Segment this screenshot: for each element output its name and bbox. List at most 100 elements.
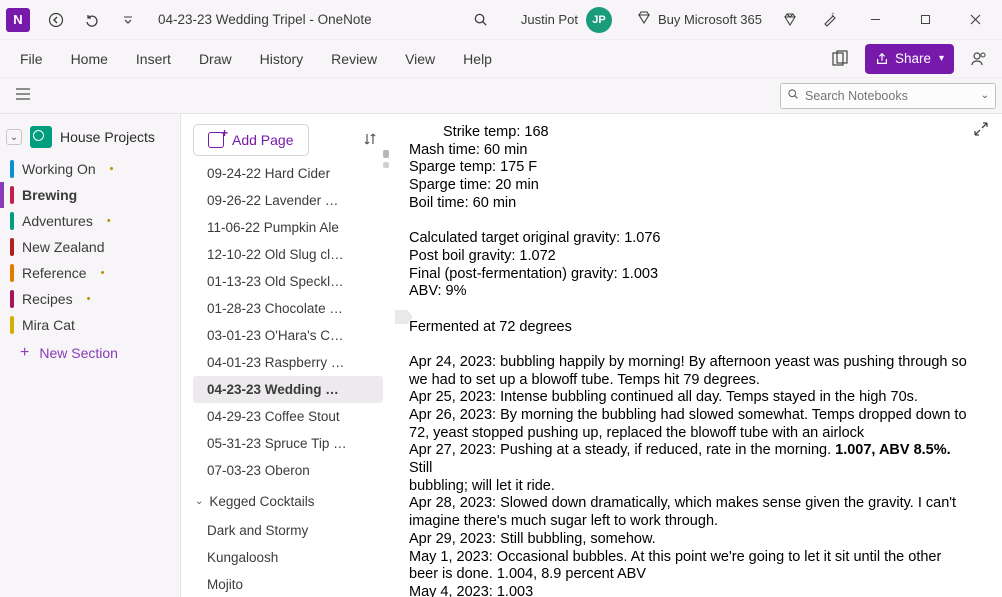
page-item[interactable]: 04-29-23 Coffee Stout	[193, 403, 383, 430]
note-line: Apr 24, 2023: bubbling happily by mornin…	[409, 354, 976, 372]
note-line: Apr 25, 2023: Intense bubbling continued…	[409, 389, 976, 407]
note-line: 72, yeast stopped pushing up, replaced t…	[409, 425, 976, 443]
page-item[interactable]: 04-23-23 Wedding …	[193, 376, 383, 403]
sidebar-section-reference[interactable]: Reference •	[0, 260, 180, 286]
scrollbar-track	[383, 162, 389, 168]
note-line: May 1, 2023: Occasional bubbles. At this…	[409, 549, 976, 567]
add-page-label: Add Page	[232, 132, 294, 148]
menu-history[interactable]: History	[246, 45, 318, 73]
maximize-icon[interactable]	[904, 4, 946, 36]
sort-pages-icon[interactable]	[357, 126, 383, 155]
chevron-down-icon[interactable]: ⌄	[981, 90, 989, 101]
page-group-kegged[interactable]: ⌄ Kegged Cocktails	[193, 488, 383, 515]
sidebar-section-new-zealand[interactable]: New Zealand	[0, 234, 180, 260]
page-item[interactable]: 11-06-22 Pumpkin Ale	[193, 214, 383, 241]
note-line: ABV: 9%	[409, 283, 976, 301]
close-icon[interactable]	[954, 4, 996, 36]
chevron-down-icon: ⌄	[195, 496, 203, 507]
menu-review[interactable]: Review	[317, 45, 391, 73]
page-item[interactable]: 01-13-23 Old Speckl…	[193, 268, 383, 295]
sidebar-section-brewing[interactable]: Brewing	[0, 182, 180, 208]
note-line: May 4, 2023: 1.003	[409, 584, 976, 597]
page-item[interactable]: Kungaloosh	[193, 544, 383, 571]
note-line: we had to set up a blowoff tube. Temps h…	[409, 372, 976, 390]
note-line: Apr 27, 2023: Pushing at a steady, if re…	[409, 442, 976, 477]
sidebar-section-recipes[interactable]: Recipes•	[0, 286, 180, 312]
unsaved-dot-icon: •	[87, 293, 91, 305]
people-icon[interactable]	[962, 42, 996, 76]
page-item[interactable]: 03-01-23 O'Hara's C…	[193, 322, 383, 349]
scrollbar-thumb[interactable]	[383, 150, 389, 158]
menu-view[interactable]: View	[391, 45, 449, 73]
section-color-tab	[10, 186, 14, 204]
sidebar-section-working-on[interactable]: Working On •	[0, 156, 180, 182]
back-icon[interactable]	[40, 4, 72, 36]
premium-diamond-icon[interactable]	[774, 4, 806, 36]
search-input[interactable]	[805, 89, 975, 103]
note-line: Apr 28, 2023: Slowed down dramatically, …	[409, 495, 976, 513]
page-item[interactable]: 07-03-23 Oberon	[193, 457, 383, 484]
note-line: Apr 29, 2023: Still bubbling, somehow.	[409, 531, 976, 549]
titlebar-center: Justin Pot JP Buy Microsoft 365	[372, 4, 774, 36]
section-label: Mira Cat	[22, 317, 75, 333]
draw-eraser-icon[interactable]	[814, 4, 846, 36]
document-title: 04-23-23 Wedding Tripel - OneNote	[158, 12, 372, 27]
notebook-icon	[30, 126, 52, 148]
page-item[interactable]: Mojito	[193, 571, 383, 597]
pages-sidebar: Add Page 09-24-22 Hard Cider09-26-22 Lav…	[181, 114, 391, 597]
new-section-button[interactable]: + New Section	[0, 338, 180, 368]
page-item[interactable]: 05-31-23 Spruce Tip …	[193, 430, 383, 457]
share-icon	[875, 52, 889, 66]
menu-home[interactable]: Home	[57, 45, 122, 73]
sidebar-section-mira-cat[interactable]: Mira Cat	[0, 312, 180, 338]
menu-draw[interactable]: Draw	[185, 45, 246, 73]
section-color-tab	[10, 238, 14, 256]
expand-icon[interactable]	[974, 122, 988, 140]
user-account[interactable]: Justin Pot JP	[521, 7, 612, 33]
sidebar-section-adventures[interactable]: Adventures•	[0, 208, 180, 234]
unsaved-dot-icon: •	[110, 163, 114, 175]
user-name: Justin Pot	[521, 12, 578, 27]
menu-file[interactable]: File	[6, 45, 57, 73]
unsaved-dot-icon: •	[101, 267, 105, 279]
note-line: beer is done. 1.004, 8.9 percent ABV	[409, 566, 976, 584]
menu-insert[interactable]: Insert	[122, 45, 185, 73]
section-color-tab	[10, 212, 14, 230]
diamond-icon	[636, 10, 652, 29]
page-item[interactable]: 01-28-23 Chocolate …	[193, 295, 383, 322]
section-color-tab	[10, 316, 14, 334]
minimize-icon[interactable]	[854, 4, 896, 36]
plus-icon: +	[20, 344, 29, 362]
note-line: Apr 26, 2023: By morning the bubbling ha…	[409, 407, 976, 425]
section-color-tab	[10, 264, 14, 282]
section-label: Working On	[22, 161, 96, 177]
page-item[interactable]: Dark and Stormy	[193, 517, 383, 544]
menu-help[interactable]: Help	[449, 45, 506, 73]
note-line: Calculated target original gravity: 1.07…	[409, 230, 976, 248]
add-page-button[interactable]: Add Page	[193, 124, 309, 156]
section-label: Brewing	[22, 187, 77, 203]
sections-sidebar: ⌄ House Projects Working On • Brewing Adven…	[0, 114, 181, 597]
open-in-desktop-icon[interactable]	[823, 42, 857, 76]
hamburger-icon[interactable]	[6, 82, 40, 109]
page-item[interactable]: 04-01-23 Raspberry …	[193, 349, 383, 376]
section-label: Reference	[22, 265, 87, 281]
search-notebooks[interactable]: ⌄	[780, 83, 996, 109]
notebook-selector[interactable]: ⌄ House Projects	[0, 122, 180, 156]
search-top-icon[interactable]	[465, 4, 497, 36]
add-page-icon	[208, 132, 224, 148]
chevron-down-icon: ▾	[939, 53, 944, 64]
avatar: JP	[586, 7, 612, 33]
note-line: Post boil gravity: 1.072	[409, 248, 976, 266]
page-item[interactable]: 09-24-22 Hard Cider	[193, 160, 383, 187]
share-button[interactable]: Share ▾	[865, 44, 954, 74]
customize-qat-icon[interactable]	[112, 4, 144, 36]
buy-microsoft-365[interactable]: Buy Microsoft 365	[636, 10, 762, 29]
page-item[interactable]: 12-10-22 Old Slug cl…	[193, 241, 383, 268]
page-item[interactable]: 09-26-22 Lavender …	[193, 187, 383, 214]
undo-icon[interactable]	[76, 4, 108, 36]
main: ⌄ House Projects Working On • Brewing Adven…	[0, 114, 1002, 597]
section-color-tab	[10, 290, 14, 308]
note-content[interactable]: Strike temp: 168 Mash time: 60 min Sparg…	[391, 114, 1002, 597]
menu-items: FileHomeInsertDrawHistoryReviewViewHelp	[6, 45, 506, 73]
